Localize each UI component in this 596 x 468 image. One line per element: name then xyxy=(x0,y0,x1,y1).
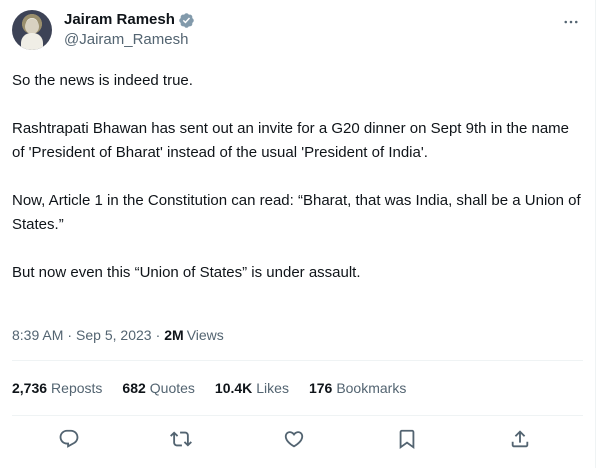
reposts-count: 2,736 xyxy=(12,380,48,396)
author-display-name[interactable]: Jairam Ramesh xyxy=(64,10,175,30)
tweet-paragraph: Rashtrapati Bhawan has sent out an invit… xyxy=(12,120,570,161)
avatar[interactable] xyxy=(12,10,52,50)
tweet-paragraph: But now even this “Union of States” is u… xyxy=(12,264,361,281)
reply-icon xyxy=(59,429,79,448)
tweet-stats: 2,736 Reposts 682 Quotes 10.4K Likes 176 Boo… xyxy=(12,378,426,398)
share-button[interactable] xyxy=(507,426,533,452)
tweet-text: So the news is indeed true. Rashtrapati … xyxy=(12,69,582,285)
more-dots-graphic xyxy=(564,20,578,24)
reposts-label: Reposts xyxy=(51,380,103,396)
meta-separator: · xyxy=(67,327,73,343)
name-row: Jairam Ramesh xyxy=(64,10,195,30)
verified-badge-icon[interactable] xyxy=(178,12,195,29)
tweet-card: Jairam Ramesh @Jairam_Ramesh So the news… xyxy=(0,0,596,468)
tweet-paragraph: Now, Article 1 in the Constitution can r… xyxy=(12,192,581,233)
bookmark-button[interactable] xyxy=(394,426,420,452)
action-bar xyxy=(50,426,550,452)
more-horizontal-icon[interactable] xyxy=(559,12,583,32)
share-icon xyxy=(511,430,529,448)
divider xyxy=(12,415,583,416)
repost-button[interactable] xyxy=(168,426,194,452)
author-handle[interactable]: @Jairam_Ramesh xyxy=(64,30,195,50)
avatar-head xyxy=(25,19,39,34)
quotes-stat[interactable]: 682 Quotes xyxy=(122,378,195,398)
meta-separator: · xyxy=(155,327,161,343)
likes-count: 10.4K xyxy=(214,380,253,396)
author-block: Jairam Ramesh @Jairam_Ramesh xyxy=(64,10,195,50)
avatar-body xyxy=(21,33,43,50)
quotes-count: 682 xyxy=(122,380,146,396)
likes-label: Likes xyxy=(256,380,289,396)
bookmark-icon xyxy=(399,429,415,450)
tweet-time[interactable]: 8:39 AM xyxy=(12,325,63,345)
reposts-stat[interactable]: 2,736 Reposts xyxy=(12,378,102,398)
likes-stat[interactable]: 10.4K Likes xyxy=(215,378,289,398)
views-label[interactable]: Views xyxy=(187,325,224,345)
tweet-date[interactable]: Sep 5, 2023 xyxy=(76,325,152,345)
quotes-label: Quotes xyxy=(149,380,195,396)
bookmarks-label: Bookmarks xyxy=(336,380,407,396)
repost-icon xyxy=(170,431,192,447)
tweet-meta: 8:39 AM · Sep 5, 2023 · 2M Views xyxy=(12,325,224,345)
views-count[interactable]: 2M xyxy=(164,325,183,345)
divider xyxy=(12,360,583,361)
bookmarks-stat[interactable]: 176 Bookmarks xyxy=(309,378,406,398)
tweet-paragraph: So the news is indeed true. xyxy=(12,72,193,89)
like-button[interactable] xyxy=(281,426,307,452)
heart-icon xyxy=(284,431,304,448)
tweet-header: Jairam Ramesh @Jairam_Ramesh xyxy=(12,10,583,54)
bookmarks-count: 176 xyxy=(308,380,333,396)
reply-button[interactable] xyxy=(56,426,82,452)
